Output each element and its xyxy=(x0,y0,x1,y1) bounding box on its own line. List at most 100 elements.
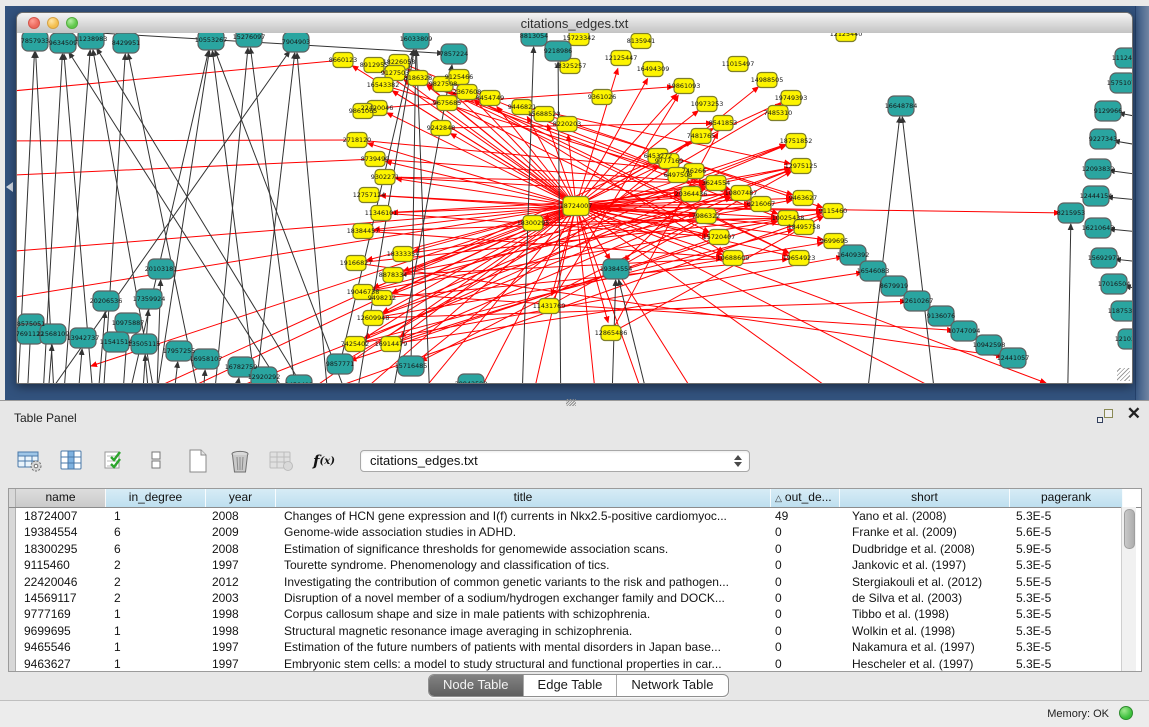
table-cell[interactable]: Estimation of significance thresholds fo… xyxy=(276,541,771,557)
table-cell[interactable]: Corpus callosum shape and size in male p… xyxy=(276,606,771,622)
table-cell[interactable]: 5.3E-5 xyxy=(1010,606,1123,622)
table-cell[interactable]: Nakamura et al. (1997) xyxy=(840,639,1010,655)
table-cell[interactable]: Dudbridge et al. (2008) xyxy=(840,541,1010,557)
table-cell[interactable]: 1997 xyxy=(206,557,276,573)
table-cell[interactable]: 0 xyxy=(771,606,840,622)
table-cell[interactable]: 5.3E-5 xyxy=(1010,623,1123,639)
table-row[interactable]: 1456911722003Disruption of a novel membe… xyxy=(9,590,1141,606)
network-window-titlebar[interactable]: citations_edges.txt xyxy=(17,13,1132,34)
table-cell[interactable]: 18300295 xyxy=(16,541,106,557)
graph-edge[interactable] xyxy=(451,134,576,206)
table-cell[interactable]: Estimation of the future numbers of pati… xyxy=(276,639,771,655)
table-row[interactable]: 977716911998Corpus callosum shape and si… xyxy=(9,606,1141,622)
table-row[interactable]: 969969511998Structural magnetic resonanc… xyxy=(9,623,1141,639)
table-cell[interactable]: Genome-wide association studies in ADHD. xyxy=(276,524,771,540)
table-cell[interactable]: 1 xyxy=(106,656,206,672)
table-cell[interactable]: 9115460 xyxy=(16,557,106,573)
table-cell[interactable]: 1997 xyxy=(206,656,276,672)
table-cell[interactable]: 2 xyxy=(106,557,206,573)
panel-collapse-arrow-icon[interactable] xyxy=(6,182,13,192)
table-cell[interactable]: 19384554 xyxy=(16,524,106,540)
table-row[interactable]: 2242004622012Investigating the contribut… xyxy=(9,574,1141,590)
table-row[interactable]: 1830029562008Estimation of significance … xyxy=(9,541,1141,557)
table-cell[interactable]: Structural magnetic resonance image aver… xyxy=(276,623,771,639)
table-settings-button[interactable] xyxy=(16,447,44,475)
table-cell[interactable]: 22420046 xyxy=(16,574,106,590)
table-cell[interactable]: 5.3E-5 xyxy=(1010,656,1123,672)
table-cell[interactable]: 0 xyxy=(771,656,840,672)
tab-network-table[interactable]: Network Table xyxy=(616,675,727,696)
table-cell[interactable]: Hescheler et al. (1997) xyxy=(840,656,1010,672)
table-row[interactable]: 1938455462009Genome-wide association stu… xyxy=(9,524,1141,540)
table-cell[interactable]: 1 xyxy=(106,508,206,524)
table-cell[interactable]: 0 xyxy=(771,557,840,573)
table-cell[interactable]: Yano et al. (2008) xyxy=(840,508,1010,524)
table-cell[interactable]: 1 xyxy=(106,606,206,622)
table-cell[interactable]: 2008 xyxy=(206,541,276,557)
table-cell[interactable]: 6 xyxy=(106,524,206,540)
new-table-button[interactable] xyxy=(184,447,212,475)
graph-edge[interactable] xyxy=(46,345,52,383)
table-cell[interactable]: 1 xyxy=(106,623,206,639)
graph-edge[interactable] xyxy=(211,48,248,383)
column-header-name[interactable]: name xyxy=(16,489,106,507)
graph-edge[interactable] xyxy=(17,159,375,176)
table-cell[interactable]: 9465546 xyxy=(16,639,106,655)
table-cell[interactable]: Embryonic stem cells: a model to study s… xyxy=(276,656,771,672)
close-panel-icon[interactable]: ✕ xyxy=(1127,404,1141,424)
table-cell[interactable]: Changes of HCN gene expression and I(f) … xyxy=(276,508,771,524)
table-cell[interactable]: 9699695 xyxy=(16,623,106,639)
table-cell[interactable]: 6 xyxy=(106,541,206,557)
function-builder-button[interactable]: f(x) xyxy=(310,447,338,475)
table-cell[interactable]: 5.5E-5 xyxy=(1010,574,1123,590)
table-cell[interactable]: 5.9E-5 xyxy=(1010,541,1123,557)
table-cell[interactable]: Stergiakouli et al. (2012) xyxy=(840,574,1010,590)
table-cell[interactable]: 2012 xyxy=(206,574,276,590)
column-header-in-degree[interactable]: in_degree xyxy=(106,489,206,507)
import-table-button[interactable] xyxy=(268,447,296,475)
table-cell[interactable]: 49 xyxy=(771,508,840,524)
graph-edge[interactable] xyxy=(1067,224,1071,383)
tab-node-table[interactable]: Node Table xyxy=(429,675,523,696)
column-header-year[interactable]: year xyxy=(206,489,276,507)
graph-edge[interactable] xyxy=(475,100,576,206)
table-cell[interactable]: 5.3E-5 xyxy=(1010,557,1123,573)
table-cell[interactable]: Wolkin et al. (1998) xyxy=(840,623,1010,639)
table-cell[interactable]: 0 xyxy=(771,623,840,639)
split-pane-divider[interactable] xyxy=(566,399,576,406)
table-select-dropdown[interactable]: citations_edges.txt xyxy=(360,450,750,472)
column-header-pagerank[interactable]: pagerank xyxy=(1010,489,1123,507)
table-cell[interactable]: 0 xyxy=(771,639,840,655)
select-rows-button[interactable] xyxy=(100,447,128,475)
table-cell[interactable]: 0 xyxy=(771,524,840,540)
table-row[interactable]: 946554611997Estimation of the future num… xyxy=(9,639,1141,655)
table-cell[interactable]: 1998 xyxy=(206,623,276,639)
merge-rows-button[interactable] xyxy=(142,447,170,475)
table-row[interactable]: 946362711997Embryonic stem cells: a mode… xyxy=(9,656,1141,672)
window-resize-grip[interactable] xyxy=(1117,368,1130,381)
table-cell[interactable]: de Silva et al. (2003) xyxy=(840,590,1010,606)
table-row[interactable]: 911546021997Tourette syndrome. Phenomeno… xyxy=(9,557,1141,573)
delete-table-button[interactable] xyxy=(226,447,254,475)
table-cell[interactable]: 9463627 xyxy=(16,656,106,672)
table-cell[interactable]: 5.3E-5 xyxy=(1010,590,1123,606)
table-cell[interactable]: 2 xyxy=(106,574,206,590)
table-cell[interactable]: 2 xyxy=(106,590,206,606)
table-cell[interactable]: 0 xyxy=(771,590,840,606)
column-header-title[interactable]: title xyxy=(276,489,771,507)
table-cell[interactable]: 5.3E-5 xyxy=(1010,508,1123,524)
table-column-button[interactable] xyxy=(58,447,86,475)
graph-edge[interactable] xyxy=(231,378,239,383)
graph-edge[interactable] xyxy=(201,211,833,383)
column-header-out-de-[interactable]: △out_de... xyxy=(771,489,840,507)
graph-edge[interactable] xyxy=(17,140,357,141)
table-cell[interactable]: 2009 xyxy=(206,524,276,540)
table-cell[interactable]: 0 xyxy=(771,541,840,557)
table-cell[interactable]: 2003 xyxy=(206,590,276,606)
table-cell[interactable]: 14569117 xyxy=(16,590,106,606)
graph-edge[interactable] xyxy=(151,51,209,383)
table-cell[interactable]: 5.3E-5 xyxy=(1010,639,1123,655)
network-canvas-svg[interactable]: 1872400786601238912955182260589127503165… xyxy=(17,33,1132,383)
table-cell[interactable]: 5.6E-5 xyxy=(1010,524,1123,540)
table-cell[interactable]: 1 xyxy=(106,639,206,655)
